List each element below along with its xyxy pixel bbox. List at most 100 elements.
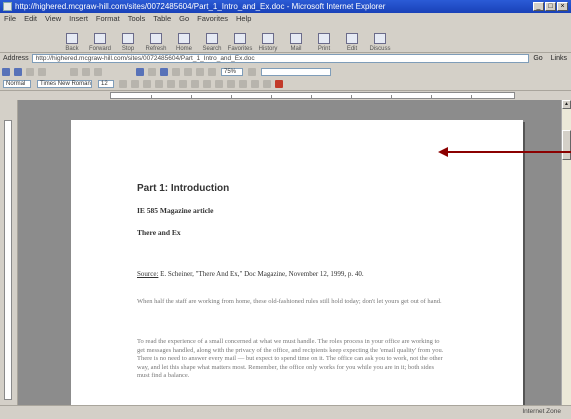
print-button[interactable]: Print	[312, 26, 336, 52]
cut-icon[interactable]	[70, 67, 78, 76]
annotation-arrow	[438, 147, 571, 157]
refresh-button[interactable]: Refresh	[144, 26, 168, 52]
stop-icon	[122, 33, 134, 44]
italic-icon[interactable]	[131, 79, 139, 88]
history-label: History	[258, 46, 278, 52]
help-icon[interactable]	[248, 67, 256, 76]
menu-format[interactable]: Format	[92, 14, 124, 23]
menu-go[interactable]: Go	[175, 14, 193, 23]
horizontal-ruler[interactable]	[0, 90, 571, 100]
vertical-ruler[interactable]	[0, 100, 18, 405]
browse-select[interactable]	[261, 67, 331, 76]
hyperlink-icon[interactable]	[160, 67, 168, 76]
ruler-tick	[431, 95, 432, 98]
open-icon[interactable]	[14, 67, 22, 76]
align-center-icon[interactable]	[167, 79, 175, 88]
home-icon	[178, 33, 190, 44]
title-bar: http://highered.mcgraw-hill.com/sites/00…	[0, 0, 571, 13]
table-icon[interactable]	[172, 67, 180, 76]
mail-label: Mail	[290, 46, 302, 52]
font-select[interactable]: Times New Roman	[37, 79, 92, 88]
ruler-tick	[271, 95, 272, 98]
bold-icon[interactable]	[119, 79, 127, 88]
highlight-icon[interactable]	[263, 79, 271, 88]
stop-button[interactable]: Stop	[116, 26, 140, 52]
forward-icon	[94, 33, 106, 44]
address-input[interactable]: http://highered.mcgraw-hill.com/sites/00…	[31, 54, 530, 63]
print-icon	[318, 33, 330, 44]
refresh-label: Refresh	[145, 46, 167, 52]
links-button[interactable]: Links	[551, 55, 567, 62]
menu-insert[interactable]: Insert	[65, 14, 92, 23]
home-label: Home	[175, 46, 192, 52]
status-bar: Internet Zone	[0, 405, 571, 419]
bullets-icon[interactable]	[215, 79, 223, 88]
justify-icon[interactable]	[191, 79, 199, 88]
back-button[interactable]: Back	[60, 26, 84, 52]
standard-toolbar: 75%	[0, 66, 571, 77]
history-button[interactable]: History	[256, 26, 280, 52]
document-page[interactable]: Part 1: Introduction IE 585 Magazine art…	[71, 120, 523, 405]
edit-icon	[346, 33, 358, 44]
refresh-icon	[150, 33, 162, 44]
favorites-label: Favorites	[227, 46, 253, 52]
ruler-tick	[391, 95, 392, 98]
size-select[interactable]: 12	[98, 79, 114, 88]
discuss-button[interactable]: Discuss	[368, 26, 392, 52]
style-select[interactable]: Normal	[3, 79, 31, 88]
arrow-head	[438, 147, 448, 157]
font-color-icon[interactable]	[275, 79, 283, 88]
save-icon[interactable]	[26, 67, 34, 76]
zoom-select[interactable]: 75%	[221, 67, 243, 76]
window-controls: _ □ ×	[533, 2, 568, 11]
forward-label: Forward	[88, 46, 111, 52]
columns-icon[interactable]	[184, 67, 192, 76]
maximize-button[interactable]: □	[545, 2, 556, 11]
menu-help[interactable]: Help	[232, 14, 255, 23]
paste-icon[interactable]	[94, 67, 102, 76]
redo-icon[interactable]	[148, 67, 156, 76]
align-left-icon[interactable]	[155, 79, 163, 88]
drawing-icon[interactable]	[196, 67, 204, 76]
minimize-button[interactable]: _	[533, 2, 544, 11]
increase-indent-icon[interactable]	[239, 79, 247, 88]
forward-button[interactable]: Forward	[88, 26, 112, 52]
menu-favorites[interactable]: Favorites	[193, 14, 232, 23]
edit-button[interactable]: Edit	[340, 26, 364, 52]
menu-table[interactable]: Table	[149, 14, 175, 23]
search-button[interactable]: Search	[200, 26, 224, 52]
search-label: Search	[202, 46, 222, 52]
numbering-icon[interactable]	[203, 79, 211, 88]
back-label: Back	[65, 46, 79, 52]
menu-edit[interactable]: Edit	[20, 14, 41, 23]
undo-icon[interactable]	[136, 67, 144, 76]
home-button[interactable]: Home	[172, 26, 196, 52]
decrease-indent-icon[interactable]	[227, 79, 235, 88]
document-title: Part 1: Introduction	[137, 183, 230, 194]
underline-icon[interactable]	[143, 79, 151, 88]
vertical-ruler-track	[4, 120, 12, 400]
menu-file[interactable]: File	[0, 14, 20, 23]
ruler-tick	[191, 95, 192, 98]
scroll-up-button[interactable]: ▲	[562, 100, 571, 109]
border-icon[interactable]	[251, 79, 259, 88]
print-doc-icon[interactable]	[38, 67, 46, 76]
menu-view[interactable]: View	[41, 14, 65, 23]
go-button[interactable]: Go	[533, 55, 542, 62]
mail-button[interactable]: Mail	[284, 26, 308, 52]
source-text: E. Scheiner, "There And Ex," Doc Magazin…	[160, 270, 364, 278]
close-button[interactable]: ×	[557, 2, 568, 11]
browser-toolbar: Back Forward Stop Refresh Home Search Fa…	[0, 24, 571, 53]
menu-tools[interactable]: Tools	[124, 14, 150, 23]
copy-icon[interactable]	[82, 67, 90, 76]
discuss-label: Discuss	[369, 46, 391, 52]
favorites-button[interactable]: Favorites	[228, 26, 252, 52]
show-hide-icon[interactable]	[208, 67, 216, 76]
print-label: Print	[317, 46, 331, 52]
formatting-toolbar: Normal Times New Roman 12	[0, 78, 571, 89]
ruler-track	[110, 92, 515, 99]
document-subtitle-1: IE 585 Magazine article	[137, 206, 214, 215]
mail-icon	[290, 33, 302, 44]
align-right-icon[interactable]	[179, 79, 187, 88]
new-doc-icon[interactable]	[2, 67, 10, 76]
